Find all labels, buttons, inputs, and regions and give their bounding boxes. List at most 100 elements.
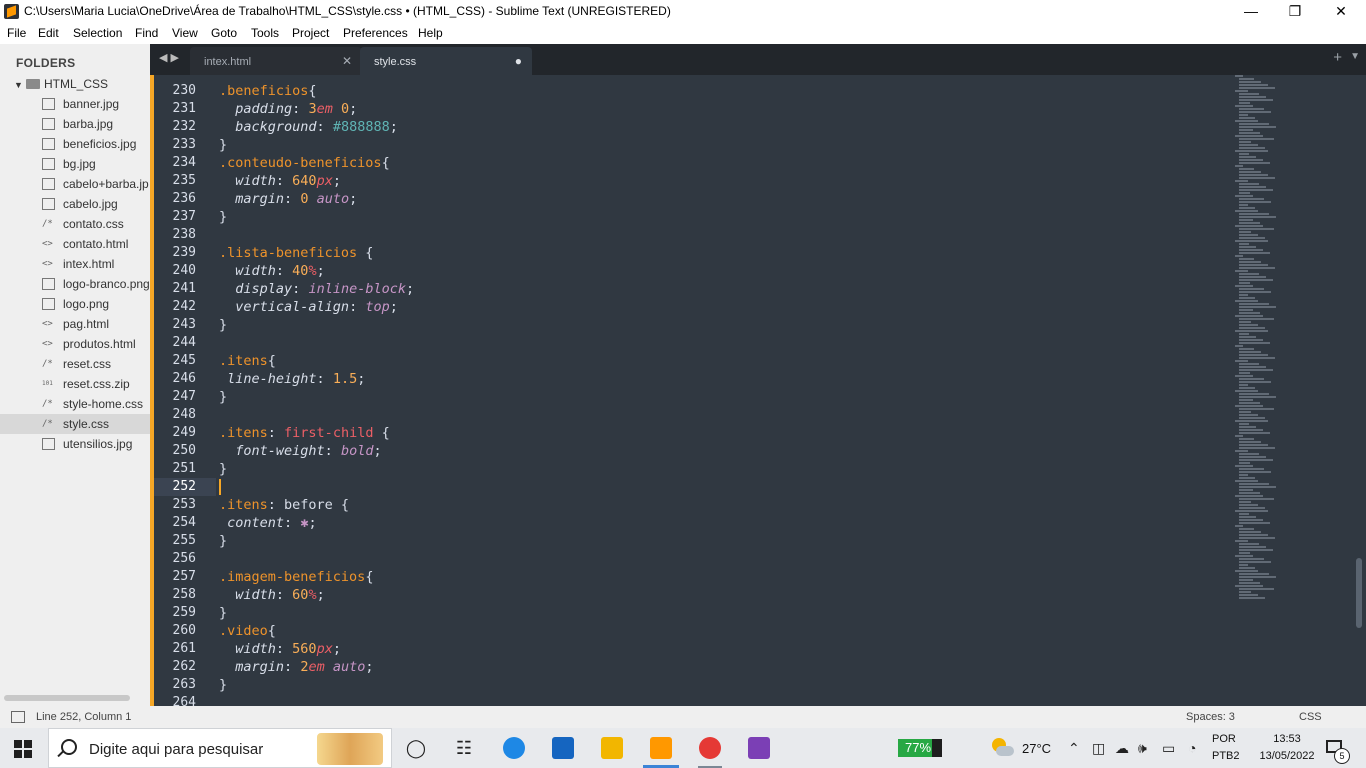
battery-tray-icon[interactable]: ▭ <box>1162 740 1175 757</box>
code-line[interactable]: vertical-align: top; <box>219 298 398 316</box>
sidebar-file-item[interactable]: bg.jpg <box>0 154 150 174</box>
sidebar-file-item[interactable]: cabelo.jpg <box>0 194 150 214</box>
meet-now-icon[interactable]: ◫ <box>1092 740 1105 757</box>
minimap-line <box>1235 375 1253 377</box>
language-indicator[interactable]: POR <box>1212 733 1236 745</box>
code-line[interactable]: .beneficios{ <box>219 82 317 100</box>
code-line[interactable]: } <box>219 388 227 406</box>
close-button[interactable]: ✕ <box>1318 0 1364 24</box>
expand-arrow-icon[interactable]: ▼ <box>14 80 26 90</box>
menu-tools[interactable]: Tools <box>251 26 279 40</box>
taskbar-app-button[interactable] <box>637 728 685 768</box>
code-line[interactable]: } <box>219 136 227 154</box>
minimize-button[interactable]: — <box>1228 0 1274 24</box>
tab-intex-html[interactable]: intex.html ✕ <box>190 47 362 75</box>
menu-goto[interactable]: Goto <box>211 26 237 40</box>
code-line[interactable]: } <box>219 532 227 550</box>
sidebar-file-item[interactable]: logo-branco.png <box>0 274 150 294</box>
temperature[interactable]: 27°C <box>1022 741 1051 756</box>
taskbar-app-button[interactable] <box>539 728 587 768</box>
code-line[interactable]: padding: 3em 0; <box>219 100 357 118</box>
volume-icon[interactable]: 🕪 <box>1138 740 1147 757</box>
menu-view[interactable]: View <box>172 26 198 40</box>
menu-file[interactable]: File <box>7 26 26 40</box>
sidebar-file-item[interactable]: logo.png <box>0 294 150 314</box>
code-line[interactable]: width: 60%; <box>219 586 324 604</box>
code-line[interactable]: .itens: first-child { <box>219 424 390 442</box>
menu-preferences[interactable]: Preferences <box>343 26 408 40</box>
code-line[interactable]: } <box>219 208 227 226</box>
vertical-scrollbar[interactable] <box>1356 558 1362 628</box>
sidebar-file-item[interactable]: <> intex.html <box>0 254 150 274</box>
tab-nav-arrows-icon[interactable]: ◀ ▶ <box>159 51 179 64</box>
sidebar-file-item[interactable]: <> produtos.html <box>0 334 150 354</box>
code-line[interactable]: } <box>219 460 227 478</box>
code-line[interactable]: font-weight: bold; <box>219 442 381 460</box>
sidebar-file-item[interactable]: 101 reset.css.zip <box>0 374 150 394</box>
code-line[interactable]: } <box>219 604 227 622</box>
sidebar-file-item[interactable]: utensilios.jpg <box>0 434 150 454</box>
sidebar-file-item[interactable]: /* style.css <box>0 414 150 434</box>
indentation-setting[interactable]: Spaces: 3 <box>1186 711 1235 723</box>
keyboard-layout-indicator[interactable]: PTB2 <box>1212 750 1240 762</box>
maximize-button[interactable]: ❐ <box>1272 0 1318 24</box>
code-line[interactable]: .lista-beneficios { <box>219 244 373 262</box>
sidebar-file-item[interactable]: cabelo+barba.jp <box>0 174 150 194</box>
taskbar-app-button[interactable] <box>686 728 734 768</box>
sidebar-file-item[interactable]: beneficios.jpg <box>0 134 150 154</box>
sidebar-file-item[interactable]: /* style-home.css <box>0 394 150 414</box>
sidebar-file-item[interactable]: /* contato.css <box>0 214 150 234</box>
menu-edit[interactable]: Edit <box>38 26 59 40</box>
menu-find[interactable]: Find <box>135 26 158 40</box>
sidebar-file-item[interactable]: /* reset.css <box>0 354 150 374</box>
code-line[interactable]: } <box>219 676 227 694</box>
code-line[interactable]: .video{ <box>219 622 276 640</box>
taskbar-search-box[interactable]: Digite aqui para pesquisar <box>48 728 392 768</box>
menu-selection[interactable]: Selection <box>73 26 122 40</box>
tab-style-css[interactable]: style.css ● <box>360 47 532 75</box>
code-line[interactable]: line-height: 1.5; <box>219 370 365 388</box>
code-line[interactable]: margin: 2em auto; <box>219 658 373 676</box>
wifi-icon[interactable]: ◔ <box>1188 740 1196 756</box>
menu-help[interactable]: Help <box>418 26 443 40</box>
clock-date[interactable]: 13/05/2022 <box>1250 750 1324 762</box>
code-line[interactable]: width: 40%; <box>219 262 324 280</box>
onedrive-icon[interactable]: ☁ <box>1115 740 1129 757</box>
battery-indicator[interactable]: 77% <box>898 739 942 757</box>
taskbar-app-button[interactable]: ☷ <box>440 728 488 768</box>
code-line[interactable]: display: inline-block; <box>219 280 414 298</box>
tab-list-chevron-icon[interactable]: ▼ <box>1350 51 1360 62</box>
minimap[interactable] <box>1235 75 1345 605</box>
taskbar-app-button[interactable] <box>490 728 538 768</box>
code-line[interactable]: .itens: before { <box>219 496 349 514</box>
menu-project[interactable]: Project <box>292 26 329 40</box>
project-folder[interactable]: ▼ HTML_CSS <box>14 77 108 95</box>
code-line[interactable]: } <box>219 316 227 334</box>
taskbar-app-button[interactable] <box>735 728 783 768</box>
sidebar-file-item[interactable]: <> pag.html <box>0 314 150 334</box>
code-line[interactable]: width: 560px; <box>219 640 341 658</box>
code-line[interactable]: background: #888888; <box>219 118 398 136</box>
weather-icon[interactable] <box>990 736 1014 760</box>
sidebar-horizontal-scrollbar[interactable] <box>4 695 130 701</box>
sidebar-file-item[interactable]: banner.jpg <box>0 94 150 114</box>
windows-start-icon[interactable] <box>14 740 32 758</box>
code-line[interactable]: content: ✱; <box>219 514 316 532</box>
close-tab-icon[interactable]: ✕ <box>342 54 352 68</box>
code-line[interactable]: width: 640px; <box>219 172 341 190</box>
new-tab-icon[interactable]: + <box>1333 49 1342 66</box>
code-line[interactable]: .itens{ <box>219 352 276 370</box>
chevron-up-icon[interactable]: ⌃ <box>1068 740 1080 757</box>
clock-time[interactable]: 13:53 <box>1262 733 1312 745</box>
taskbar-app-button[interactable]: ◯ <box>392 728 440 768</box>
unsaved-dot-icon[interactable]: ● <box>515 54 522 68</box>
sidebar-file-item[interactable]: barba.jpg <box>0 114 150 134</box>
taskbar-app-button[interactable] <box>588 728 636 768</box>
code-line[interactable]: .conteudo-beneficios{ <box>219 154 390 172</box>
syntax-setting[interactable]: CSS <box>1299 711 1322 723</box>
code-editor[interactable]: 230 231 232 233 234 235 236 237 238 239 240 241 242 2… <box>150 75 1366 706</box>
panel-toggle-icon[interactable] <box>11 711 25 723</box>
sidebar-file-item[interactable]: <> contato.html <box>0 234 150 254</box>
code-line[interactable]: .imagem-beneficios{ <box>219 568 373 586</box>
code-line[interactable]: margin: 0 auto; <box>219 190 357 208</box>
